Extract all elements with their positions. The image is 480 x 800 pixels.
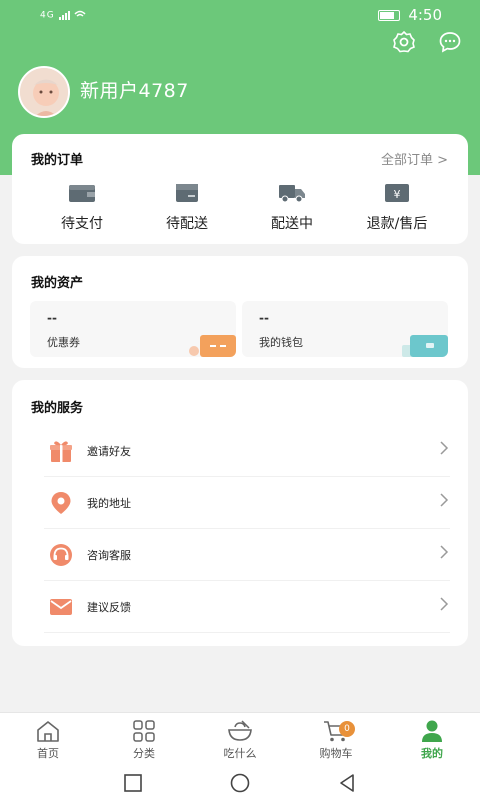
grid-icon	[131, 719, 157, 743]
tab-label: 首页	[37, 747, 59, 760]
order-label: 待支付	[61, 216, 103, 232]
bottom-tab-bar: 首页 分类 吃什么 0 购物车 我的	[0, 712, 480, 766]
tab-label: 分类	[133, 747, 155, 760]
battery-icon	[378, 9, 401, 21]
order-pending-payment[interactable]: 待支付	[32, 182, 132, 233]
wallet-label: 我的钱包	[259, 336, 303, 349]
all-orders-link[interactable]: 全部订单 >	[381, 149, 448, 168]
order-label: 退款/售后	[366, 216, 428, 232]
location-pin-icon	[48, 490, 74, 516]
coupon-label: 优惠券	[47, 336, 80, 349]
order-label: 配送中	[271, 216, 313, 232]
signal-indicator: 4G	[40, 10, 89, 21]
services-title: 我的服务	[31, 401, 84, 416]
gift-icon	[48, 438, 74, 464]
service-label: 建议反馈	[87, 601, 131, 614]
tab-label: 吃什么	[223, 747, 257, 760]
signal-icon	[58, 10, 86, 20]
orders-card: 我的订单 全部订单 > 待支付 待配送 配送中 ¥ 退款/售后	[12, 134, 468, 244]
order-refund[interactable]: ¥ 退款/售后	[347, 182, 447, 233]
chevron-right-icon	[440, 441, 449, 455]
coupon-value: --	[47, 311, 57, 325]
mail-icon	[48, 594, 74, 620]
username[interactable]: 新用户4787	[80, 76, 189, 103]
service-invite-friends[interactable]: 邀请好友	[44, 426, 450, 477]
network-type: 4G	[40, 10, 55, 21]
tab-label: 我的	[421, 747, 443, 760]
home-icon	[35, 719, 61, 743]
chevron-right-icon	[440, 493, 449, 507]
assets-card: 我的资产 -- 优惠券 -- 我的钱包	[12, 256, 468, 368]
status-bar: 4G 4:50	[0, 0, 480, 30]
back-triangle-icon[interactable]	[336, 772, 358, 794]
system-nav-bar	[0, 766, 480, 800]
settings-icon[interactable]	[392, 30, 416, 54]
status-time: 4:50	[408, 6, 442, 24]
service-my-address[interactable]: 我的地址	[44, 478, 450, 529]
wallet-card-icon	[402, 335, 448, 357]
service-label: 咨询客服	[87, 549, 131, 562]
truck-icon	[278, 182, 306, 204]
wallet-icon	[68, 182, 96, 204]
service-label: 邀请好友	[87, 445, 131, 458]
tab-home[interactable]: 首页	[8, 719, 88, 761]
tab-cart[interactable]: 0 购物车	[296, 719, 376, 761]
avatar[interactable]	[18, 66, 70, 118]
service-feedback[interactable]: 建议反馈	[44, 582, 450, 633]
home-circle-icon[interactable]	[229, 772, 251, 794]
chevron-right-icon	[440, 545, 449, 559]
assets-title: 我的资产	[31, 276, 84, 291]
orders-title: 我的订单	[31, 153, 84, 168]
tab-category[interactable]: 分类	[104, 719, 184, 761]
user-icon	[419, 719, 445, 743]
recent-apps-icon[interactable]	[122, 772, 144, 794]
service-label: 我的地址	[87, 497, 131, 510]
wallet-box[interactable]: -- 我的钱包	[242, 301, 448, 357]
order-label: 待配送	[166, 216, 208, 232]
services-card: 我的服务 邀请好友 我的地址 咨询客服 建议反馈	[12, 380, 468, 646]
tab-mine[interactable]: 我的	[392, 719, 472, 761]
headset-icon	[48, 542, 74, 568]
wallet-value: --	[259, 311, 269, 325]
message-icon[interactable]	[438, 30, 462, 54]
tab-label: 购物车	[319, 747, 353, 760]
svg-text:¥: ¥	[394, 188, 401, 201]
cart-badge: 0	[339, 721, 355, 737]
coupon-icon	[189, 335, 236, 357]
service-customer-support[interactable]: 咨询客服	[44, 530, 450, 581]
coupon-box[interactable]: -- 优惠券	[30, 301, 236, 357]
bowl-icon	[227, 719, 253, 743]
package-icon	[173, 182, 201, 204]
order-pending-delivery[interactable]: 待配送	[137, 182, 237, 233]
order-delivering[interactable]: 配送中	[242, 182, 342, 233]
chevron-right-icon	[440, 597, 449, 611]
tab-what-to-eat[interactable]: 吃什么	[200, 719, 280, 761]
refund-icon: ¥	[383, 182, 411, 204]
